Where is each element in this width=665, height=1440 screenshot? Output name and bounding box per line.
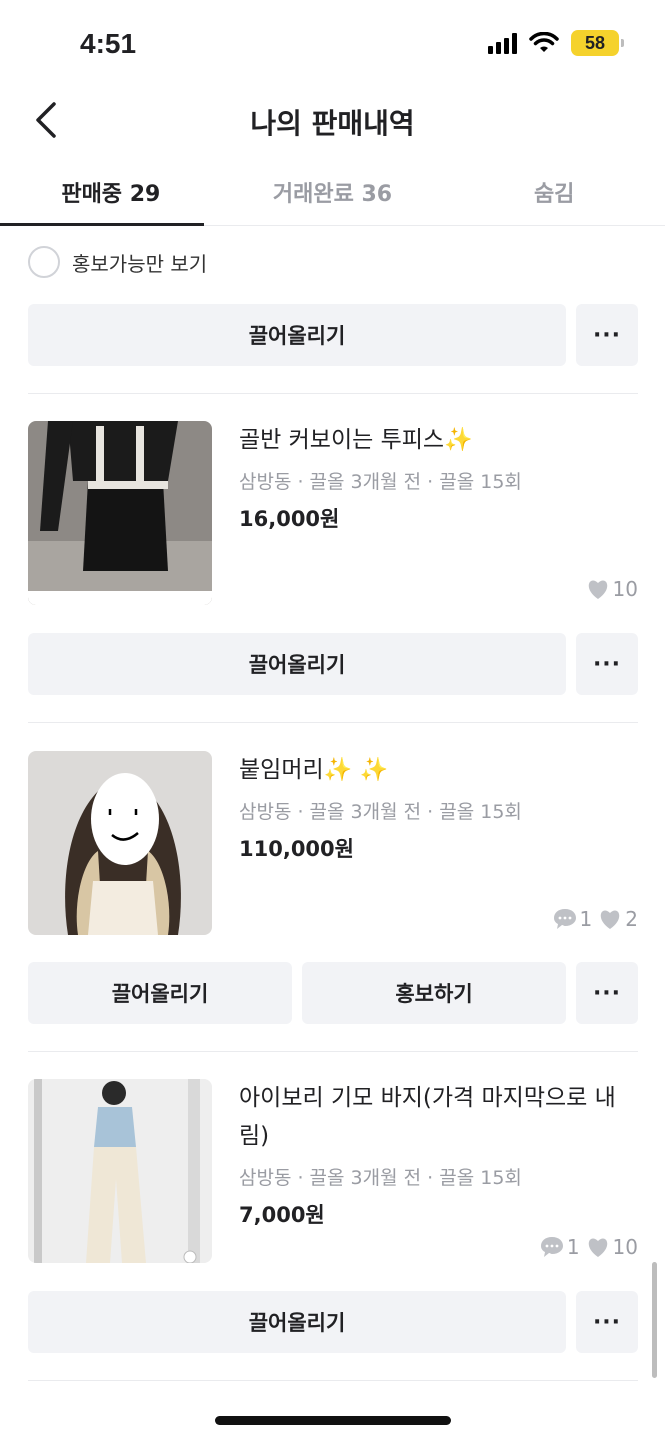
- filter-radio[interactable]: [28, 246, 60, 278]
- divider: [28, 722, 638, 723]
- wifi-icon: [529, 32, 559, 52]
- item-thumbnail[interactable]: [28, 751, 212, 935]
- bump-button[interactable]: 끌어올리기: [28, 962, 292, 1024]
- tab-on-sale[interactable]: 판매중 29: [0, 160, 222, 226]
- bump-button[interactable]: 끌어올리기: [28, 304, 566, 366]
- action-row: 끌어올리기 ···: [28, 304, 638, 366]
- like-count: 10: [612, 577, 638, 601]
- product-photo-two-piece: [28, 421, 212, 605]
- action-row: 끌어올리기 ···: [28, 633, 638, 695]
- bump-button[interactable]: 끌어올리기: [28, 633, 566, 695]
- bump-button[interactable]: 끌어올리기: [28, 1291, 566, 1353]
- home-indicator[interactable]: [215, 1416, 451, 1425]
- item-title[interactable]: 골반 커보이는 투피스✨: [239, 421, 639, 459]
- sparkle-emoji: ✨ ✨: [323, 757, 389, 783]
- like-count-group: 2: [598, 907, 638, 931]
- item-thumbnail[interactable]: [28, 1079, 212, 1263]
- battery-level: 58: [584, 32, 606, 53]
- promotable-filter[interactable]: 홍보가능만 보기: [28, 246, 207, 278]
- scrollbar[interactable]: [652, 1262, 657, 1378]
- battery-icon: 58: [571, 30, 624, 56]
- like-count: 2: [625, 907, 638, 931]
- chat-count: 1: [566, 1235, 580, 1259]
- item-meta: 삼방동 · 끌올 3개월 전 · 끌올 15회: [239, 1167, 522, 1189]
- chat-count: 1: [579, 907, 593, 931]
- tab-hidden[interactable]: 숨김: [443, 160, 665, 225]
- heart-icon: [601, 910, 620, 929]
- item-title-text: 골반 커보이는 투피스: [239, 427, 445, 453]
- status-time: 4:51: [80, 28, 137, 59]
- divider: [28, 1051, 638, 1052]
- chat-bubble-icon: [540, 1237, 563, 1257]
- status-bar: 4:51 58: [0, 0, 665, 90]
- action-row: 끌어올리기 ···: [28, 1291, 638, 1353]
- status-icons: 58: [488, 30, 624, 56]
- more-button[interactable]: ···: [576, 962, 638, 1024]
- item-price: 110,000원: [239, 837, 354, 861]
- item-meta: 삼방동 · 끌올 3개월 전 · 끌올 15회: [239, 801, 522, 823]
- more-button[interactable]: ···: [576, 304, 638, 366]
- heart-icon: [588, 580, 607, 599]
- item-counts: 1 2: [553, 907, 638, 931]
- filter-label: 홍보가능만 보기: [72, 251, 208, 276]
- item-counts: 1 10: [540, 1235, 638, 1259]
- item-counts: 10: [586, 577, 638, 601]
- heart-icon: [588, 1238, 607, 1257]
- chat-count-group: 1: [540, 1235, 580, 1259]
- tab-bar: 판매중 29 거래완료 36 숨김: [0, 160, 665, 226]
- item-title-text: 붙임머리: [239, 757, 324, 783]
- page-title: 나의 판매내역: [250, 107, 415, 140]
- item-price: 16,000원: [239, 507, 340, 531]
- cellular-signal-icon: [488, 32, 517, 54]
- item-title[interactable]: 붙임머리✨ ✨: [239, 751, 639, 789]
- list-item[interactable]: 아이보리 기모 바지(가격 마지막으로 내림) 삼방동 · 끌올 3개월 전 ·…: [28, 1079, 638, 1263]
- list-item[interactable]: 골반 커보이는 투피스✨ 삼방동 · 끌올 3개월 전 · 끌올 15회 16,…: [28, 421, 638, 605]
- item-thumbnail[interactable]: [28, 421, 212, 605]
- sparkle-emoji: ✨: [444, 427, 473, 453]
- nav-header: 나의 판매내역: [0, 90, 665, 150]
- item-title[interactable]: 아이보리 기모 바지(가격 마지막으로 내림): [239, 1079, 639, 1155]
- like-count-group: 10: [586, 577, 638, 601]
- like-count-group: 10: [586, 1235, 638, 1259]
- more-button[interactable]: ···: [576, 1291, 638, 1353]
- tab-completed[interactable]: 거래완료 36: [222, 160, 444, 225]
- divider: [28, 393, 638, 394]
- more-button[interactable]: ···: [576, 633, 638, 695]
- like-count: 10: [612, 1235, 638, 1259]
- chat-bubble-icon: [553, 909, 576, 929]
- item-meta: 삼방동 · 끌올 3개월 전 · 끌올 15회: [239, 471, 522, 493]
- product-photo-hair-extension: [28, 751, 212, 935]
- list-item[interactable]: 붙임머리✨ ✨ 삼방동 · 끌올 3개월 전 · 끌올 15회 110,000원…: [28, 751, 638, 935]
- promote-button[interactable]: 홍보하기: [302, 962, 566, 1024]
- divider: [28, 1380, 638, 1381]
- chat-count-group: 1: [553, 907, 593, 931]
- action-row: 끌어올리기 홍보하기 ···: [28, 962, 638, 1024]
- item-price: 7,000원: [239, 1203, 325, 1227]
- product-photo-ivory-pants: [28, 1079, 212, 1263]
